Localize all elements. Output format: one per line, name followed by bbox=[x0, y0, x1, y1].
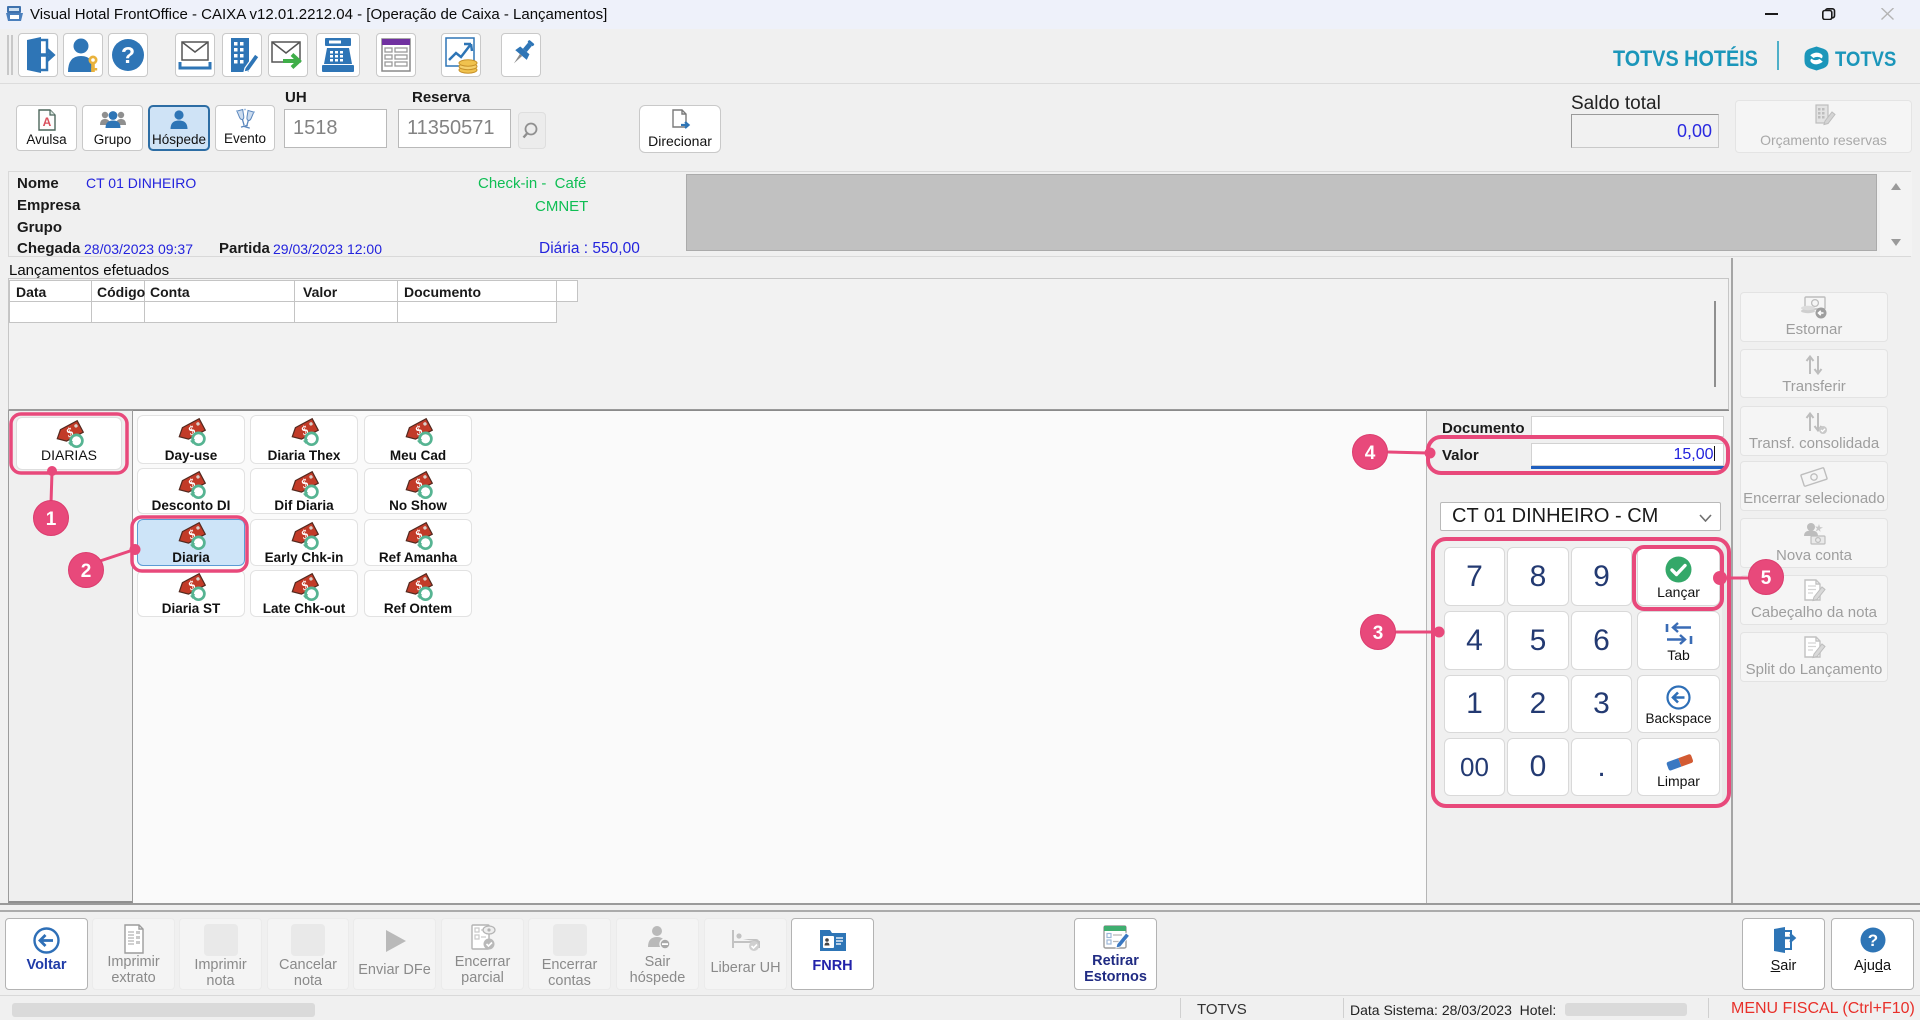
svg-text:2: 2 bbox=[81, 561, 92, 582]
svg-text:4: 4 bbox=[1365, 443, 1376, 464]
svg-text:5: 5 bbox=[1761, 568, 1772, 589]
svg-text:3: 3 bbox=[1373, 623, 1384, 644]
svg-text:1: 1 bbox=[46, 509, 57, 530]
